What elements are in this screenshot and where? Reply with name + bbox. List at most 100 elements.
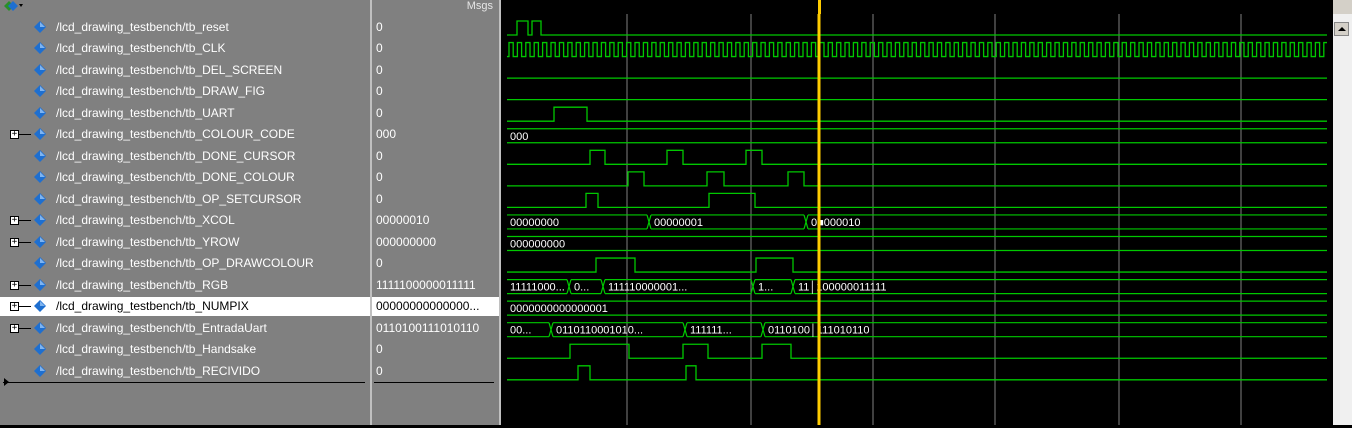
signal-row[interactable]: /lcd_drawing_testbench/tb_reset bbox=[0, 18, 370, 37]
scroll-up-arrow-icon[interactable] bbox=[1334, 22, 1349, 36]
signal-name: /lcd_drawing_testbench/tb_YROW bbox=[56, 235, 240, 249]
value-cell: 0 bbox=[372, 190, 499, 209]
value-cell: 0 bbox=[372, 18, 499, 37]
value-cell: 0 bbox=[372, 340, 499, 359]
signal-name: /lcd_drawing_testbench/tb_reset bbox=[56, 20, 229, 34]
signal-name: /lcd_drawing_testbench/tb_Handsake bbox=[56, 342, 257, 356]
signal-row[interactable]: + /lcd_drawing_testbench/tb_COLOUR_CODE bbox=[0, 125, 370, 144]
signal-row-selected[interactable]: + /lcd_drawing_testbench/tb_NUMPIX bbox=[0, 297, 370, 316]
signal-name: /lcd_drawing_testbench/tb_OP_DRAWCOLOUR bbox=[56, 256, 314, 270]
signal-name: /lcd_drawing_testbench/tb_DRAW_FIG bbox=[56, 84, 265, 98]
value-cell: 0 bbox=[372, 254, 499, 273]
signal-value: 0 bbox=[376, 192, 383, 206]
value-cell: 0 bbox=[372, 104, 499, 123]
signal-diamond-icon bbox=[34, 171, 46, 183]
signal-diamond-icon bbox=[34, 365, 46, 377]
signal-diamond-icon bbox=[34, 85, 46, 97]
signal-value: 0110100111010110 bbox=[376, 321, 480, 335]
value-cell: 00000010 bbox=[372, 211, 499, 230]
signal-diamond-icon bbox=[34, 193, 46, 205]
signal-name: /lcd_drawing_testbench/tb_OP_SETCURSOR bbox=[56, 192, 302, 206]
signal-row[interactable]: /lcd_drawing_testbench/tb_UART bbox=[0, 104, 370, 123]
value-cell: 0110100111010110 bbox=[372, 319, 499, 338]
signal-row[interactable]: /lcd_drawing_testbench/tb_OP_SETCURSOR bbox=[0, 190, 370, 209]
signal-value: 000000000 bbox=[376, 235, 437, 249]
signal-name: /lcd_drawing_testbench/tb_XCOL bbox=[56, 213, 235, 227]
signal-values-pane: 0 0 0 0 0 000 0 0 0 00000010 000000000 0… bbox=[372, 14, 499, 425]
signal-value: 0 bbox=[376, 342, 383, 356]
tree-connector bbox=[19, 242, 31, 243]
signal-diamond-icon bbox=[34, 279, 46, 291]
signal-diamond-icon bbox=[34, 300, 46, 312]
expand-plus-icon[interactable]: + bbox=[10, 281, 19, 290]
signal-value: 0 bbox=[376, 63, 383, 77]
bus-value-label: 0000000000000001 bbox=[510, 303, 608, 315]
digital-wave bbox=[507, 149, 1327, 165]
signal-diamond-icon bbox=[34, 322, 46, 334]
value-cell: 0 bbox=[372, 362, 499, 381]
signal-diamond-icon bbox=[34, 128, 46, 140]
wave-window-toolbar bbox=[0, 0, 370, 14]
tree-connector bbox=[19, 134, 31, 135]
expand-plus-icon[interactable]: + bbox=[10, 324, 19, 333]
bus-value-label: 000 bbox=[510, 131, 528, 143]
expand-plus-icon[interactable]: + bbox=[10, 302, 19, 311]
bus-value-label: 111110000001... bbox=[608, 282, 687, 294]
signal-value: 0 bbox=[376, 20, 383, 34]
signal-name: /lcd_drawing_testbench/tb_RGB bbox=[56, 278, 229, 292]
signal-value: 00000010 bbox=[376, 213, 430, 227]
value-cell: 0 bbox=[372, 61, 499, 80]
digital-wave bbox=[507, 257, 1327, 273]
signal-value: 0 bbox=[376, 41, 383, 55]
wave-add-icon[interactable] bbox=[2, 0, 24, 12]
signal-row[interactable]: + /lcd_drawing_testbench/tb_RGB bbox=[0, 276, 370, 295]
signal-value: 0 bbox=[376, 149, 383, 163]
signal-value: 0 bbox=[376, 364, 383, 378]
digital-wave bbox=[507, 20, 1327, 36]
signal-row[interactable]: + /lcd_drawing_testbench/tb_EntradaUart bbox=[0, 319, 370, 338]
digital-wave bbox=[507, 106, 1327, 122]
signal-name: /lcd_drawing_testbench/tb_DONE_COLOUR bbox=[56, 170, 295, 184]
signal-name: /lcd_drawing_testbench/tb_COLOUR_CODE bbox=[56, 127, 295, 141]
signal-name: /lcd_drawing_testbench/tb_EntradaUart bbox=[56, 321, 267, 335]
bus-value-label: 111111... bbox=[690, 325, 732, 337]
value-cell: 000 bbox=[372, 125, 499, 144]
signal-row[interactable]: /lcd_drawing_testbench/tb_DRAW_FIG bbox=[0, 82, 370, 101]
digital-wave bbox=[507, 343, 1327, 359]
cursor-row-divider bbox=[3, 382, 365, 383]
vertical-scrollbar[interactable] bbox=[1333, 14, 1352, 425]
bus-value-label: 11111000... bbox=[510, 282, 565, 294]
expand-plus-icon[interactable]: + bbox=[10, 130, 19, 139]
signal-row[interactable]: /lcd_drawing_testbench/tb_DONE_CURSOR bbox=[0, 147, 370, 166]
signal-row[interactable]: + /lcd_drawing_testbench/tb_YROW bbox=[0, 233, 370, 252]
signal-row[interactable]: /lcd_drawing_testbench/tb_DEL_SCREEN bbox=[0, 61, 370, 80]
value-cell-selected: 00000000000000... bbox=[372, 297, 499, 316]
signal-value: 00000000000000... bbox=[376, 299, 480, 313]
signal-row[interactable]: + /lcd_drawing_testbench/tb_XCOL bbox=[0, 211, 370, 230]
signal-diamond-icon bbox=[34, 107, 46, 119]
signal-row[interactable]: /lcd_drawing_testbench/tb_RECIVIDO bbox=[0, 362, 370, 381]
time-cursor-header[interactable] bbox=[818, 0, 821, 14]
signal-diamond-icon bbox=[34, 236, 46, 248]
expand-plus-icon[interactable]: + bbox=[10, 216, 19, 225]
signal-row[interactable]: /lcd_drawing_testbench/tb_OP_DRAWCOLOUR bbox=[0, 254, 370, 273]
scrollbar-top-cap bbox=[1333, 0, 1352, 14]
expand-plus-icon[interactable]: + bbox=[10, 238, 19, 247]
bus-value-label: 0110110001010... bbox=[556, 325, 643, 337]
signal-row[interactable]: /lcd_drawing_testbench/tb_Handsake bbox=[0, 340, 370, 359]
signal-diamond-icon bbox=[34, 214, 46, 226]
signal-row[interactable]: /lcd_drawing_testbench/tb_CLK bbox=[0, 39, 370, 58]
tree-connector bbox=[19, 306, 31, 307]
signal-value: 0 bbox=[376, 170, 383, 184]
tree-connector bbox=[19, 328, 31, 329]
values-column-header: Msgs bbox=[372, 0, 499, 14]
waveform-pane[interactable]: 000 00000000 00000001 0■000010 000000000 1111… bbox=[501, 14, 1333, 425]
value-cell: 1111100000011111 bbox=[372, 276, 499, 295]
bus-value-label: 00000000 bbox=[510, 217, 559, 229]
waveform-canvas[interactable]: 00000000000 00000001 0■0000100000000001111… bbox=[501, 14, 1333, 425]
tree-connector bbox=[19, 220, 31, 221]
signal-name: /lcd_drawing_testbench/tb_UART bbox=[56, 106, 235, 120]
signal-diamond-icon bbox=[34, 150, 46, 162]
signal-row[interactable]: /lcd_drawing_testbench/tb_DONE_COLOUR bbox=[0, 168, 370, 187]
tree-connector bbox=[19, 285, 31, 286]
